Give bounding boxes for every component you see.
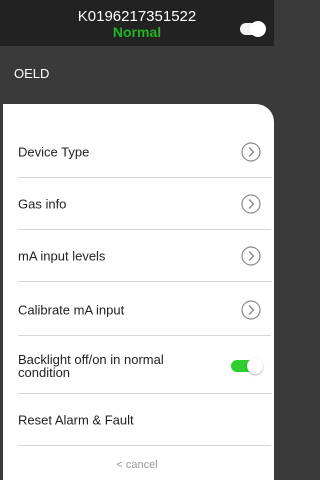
chevron-right-circle-icon bbox=[241, 245, 261, 266]
cancel-button[interactable]: < cancel bbox=[0, 459, 274, 471]
device-id: K0196217351522 bbox=[77, 8, 197, 25]
menu-item-device-type[interactable]: Device Type bbox=[18, 126, 271, 178]
chevron-right-circle-icon bbox=[241, 299, 261, 320]
menu-item-backlight[interactable]: Backlight off/on in normal condition bbox=[18, 339, 271, 394]
device-status: Normal bbox=[112, 24, 162, 40]
menu-item-gas-info[interactable]: Gas info bbox=[18, 178, 271, 230]
menu-item-ma-input-levels[interactable]: mA input levels bbox=[18, 230, 271, 282]
menu-item-label: Gas info bbox=[18, 196, 67, 211]
menu-item-reset-alarm-fault[interactable]: Reset Alarm & Fault bbox=[18, 394, 271, 446]
toggle-knob bbox=[250, 21, 266, 37]
menu-item-calibrate-ma-input[interactable]: Calibrate mA input bbox=[18, 284, 271, 336]
chevron-right-circle-icon bbox=[241, 193, 261, 214]
menu-item-label: Calibrate mA input bbox=[18, 302, 125, 317]
header-toggle[interactable] bbox=[240, 21, 266, 37]
page-title: OELD bbox=[14, 66, 50, 81]
menu-item-label: Backlight off/on in normal condition bbox=[18, 352, 164, 380]
subheader: OELD bbox=[0, 46, 274, 104]
menu-item-label: mA input levels bbox=[18, 248, 106, 263]
chevron-right-circle-icon bbox=[241, 141, 261, 162]
backlight-toggle[interactable] bbox=[231, 358, 263, 374]
menu-item-label: Device Type bbox=[18, 144, 90, 159]
menu-item-label: Reset Alarm & Fault bbox=[18, 412, 134, 427]
top-bar: K0196217351522 Normal bbox=[0, 0, 274, 46]
toggle-knob bbox=[247, 358, 263, 374]
